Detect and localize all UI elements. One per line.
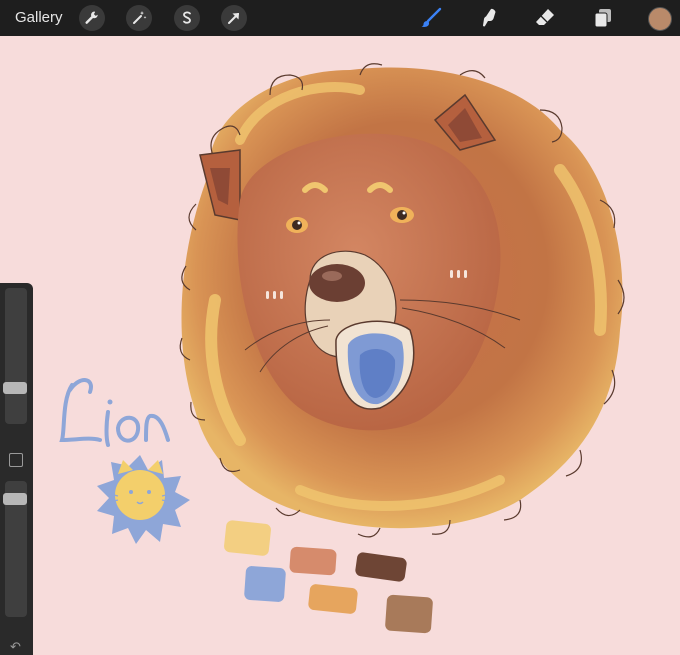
smudge-icon[interactable]	[476, 5, 502, 31]
opacity-slider[interactable]	[3, 481, 27, 617]
palette-swatch	[385, 594, 433, 634]
color-palette-swatches	[224, 520, 433, 634]
transform-arrow-icon[interactable]	[221, 5, 247, 31]
palette-swatch	[289, 546, 337, 576]
opacity-thumb[interactable]	[3, 493, 27, 505]
modify-button[interactable]	[9, 453, 23, 467]
undo-arrow-icon[interactable]: ↶	[10, 639, 21, 655]
wrench-icon[interactable]	[79, 5, 105, 31]
palette-swatch	[224, 520, 271, 556]
cat-sun-doodle	[97, 455, 190, 544]
palette-swatch	[244, 566, 286, 602]
brush-sidebar: ↶	[0, 283, 33, 655]
palette-swatch	[355, 552, 407, 582]
gallery-button[interactable]: Gallery	[15, 9, 63, 26]
brush-icon[interactable]	[418, 5, 444, 31]
drawing-canvas[interactable]	[0, 36, 680, 655]
color-picker-button[interactable]	[648, 7, 672, 31]
eraser-icon[interactable]	[532, 5, 558, 31]
brush-size-thumb[interactable]	[3, 382, 27, 394]
brush-size-slider[interactable]	[3, 288, 27, 424]
palette-swatch	[308, 584, 358, 614]
selection-icon[interactable]	[174, 5, 200, 31]
layers-icon[interactable]	[590, 5, 616, 31]
top-toolbar: Gallery	[0, 0, 680, 36]
magic-wand-icon[interactable]	[126, 5, 152, 31]
lion-handwritten-label	[59, 378, 170, 447]
